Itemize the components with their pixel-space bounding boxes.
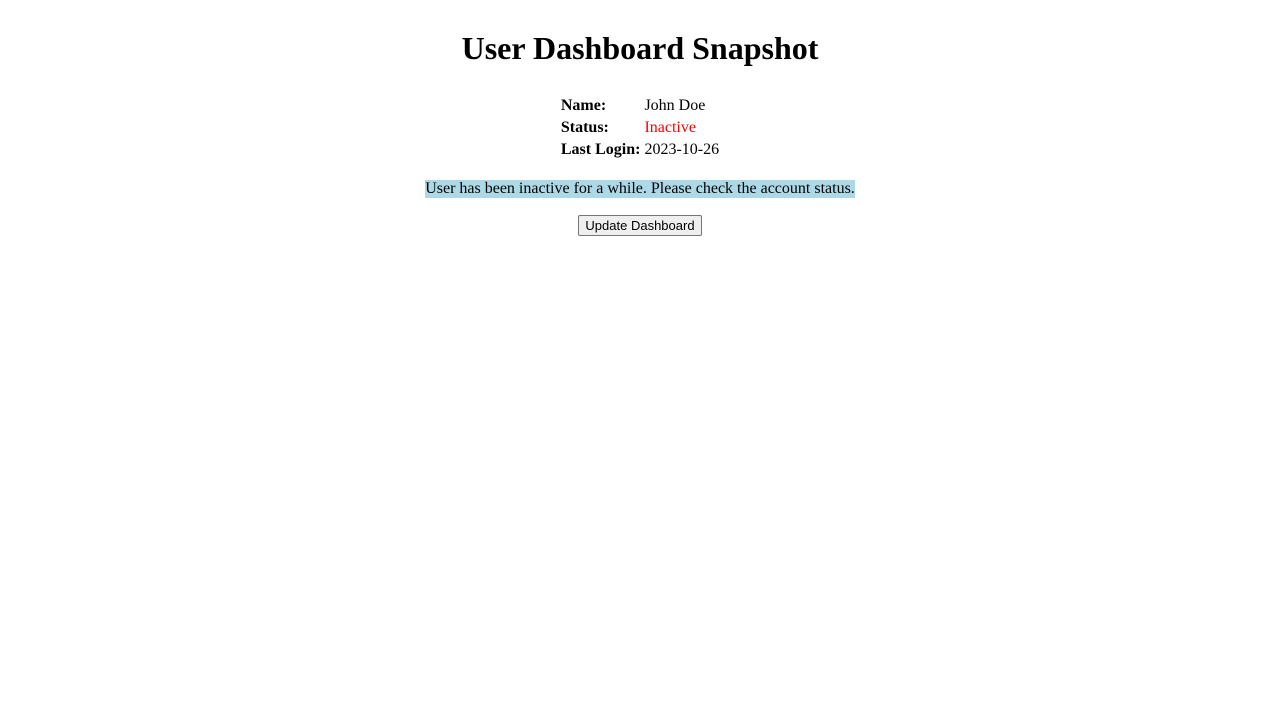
page-title: User Dashboard Snapshot — [461, 30, 819, 66]
name-label: Name: — [560, 97, 607, 114]
name-value: John Doe — [644, 97, 706, 114]
user-info-row-last-login: Last Login: 2023-10-26 — [560, 140, 720, 160]
status-value: Inactive — [644, 119, 696, 136]
update-dashboard-button[interactable]: Update Dashboard — [578, 215, 702, 236]
inactivity-notice: User has been inactive for a while. Plea… — [425, 180, 855, 198]
user-info-row-name: Name: John Doe — [560, 96, 720, 116]
actions-row: Update Dashboard — [0, 215, 1280, 236]
last-login-label: Last Login: — [560, 141, 641, 158]
status-label: Status: — [560, 119, 609, 136]
user-info-row-status: Status: Inactive — [560, 118, 720, 138]
user-info-table: Name: John Doe Status: Inactive Last Log… — [558, 94, 722, 162]
last-login-value: 2023-10-26 — [644, 141, 720, 158]
